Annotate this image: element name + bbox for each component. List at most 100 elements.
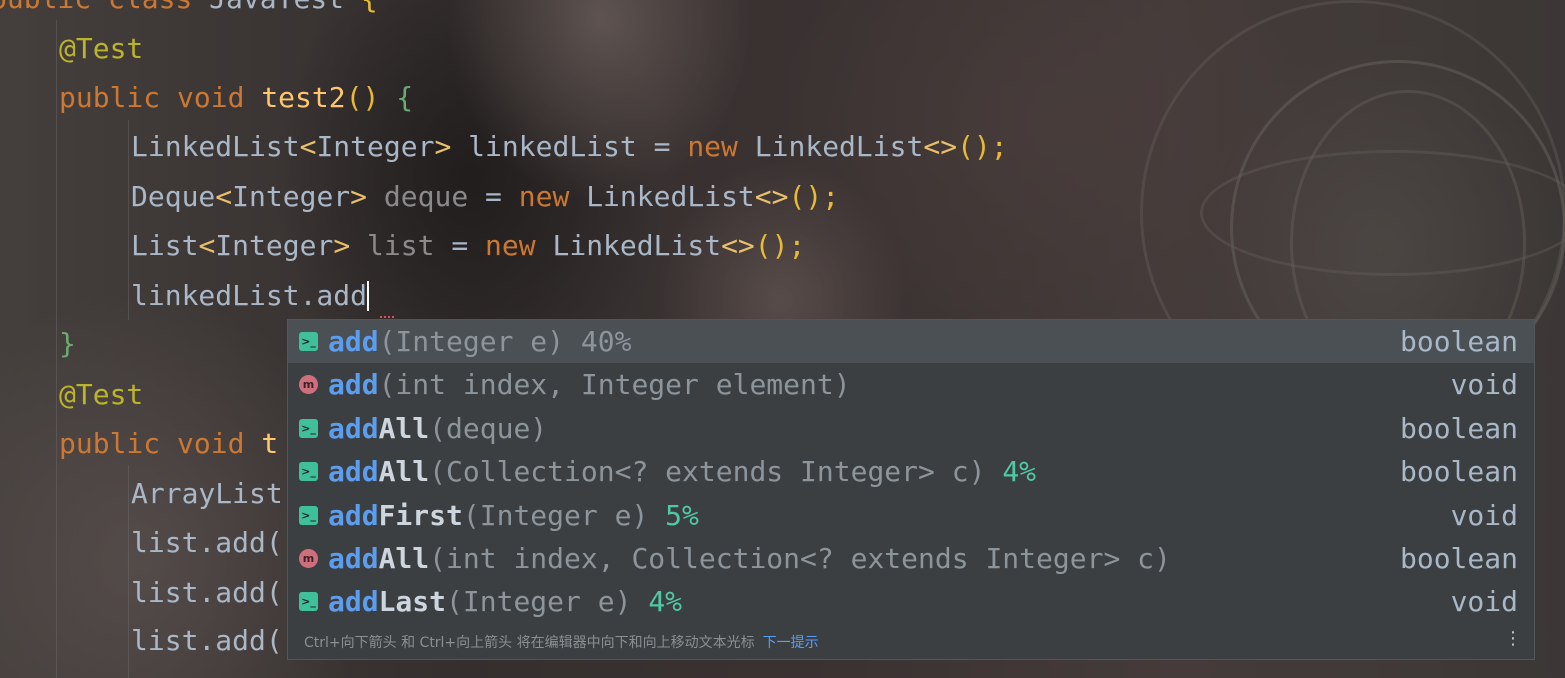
keyword-token: void bbox=[177, 81, 262, 114]
completion-item-label: add(int index, Integer element) bbox=[328, 363, 851, 406]
completion-return-type: boolean bbox=[1399, 325, 1518, 358]
code-line[interactable]: list.add( bbox=[131, 618, 283, 664]
generic-bracket-token: > bbox=[350, 180, 368, 213]
code-line[interactable]: List<Integer> list = new LinkedList<>(); bbox=[131, 223, 805, 269]
completion-item[interactable]: >_ addLast(Integer e) 4% void bbox=[288, 580, 1534, 623]
generic-bracket-token: <> bbox=[721, 229, 755, 262]
generic-bracket-token: < bbox=[215, 180, 233, 213]
extension-method-icon: >_ bbox=[299, 462, 318, 482]
completion-item-label: addFirst(Integer e) 5% bbox=[328, 494, 699, 537]
completion-item[interactable]: >_ add(Integer e) 40% boolean bbox=[288, 320, 1534, 363]
completion-return-type: boolean bbox=[1399, 411, 1518, 445]
completion-return-type: void bbox=[1450, 368, 1518, 402]
completion-name-rest: All bbox=[378, 411, 430, 445]
annotation-token: @Test bbox=[59, 32, 144, 65]
completion-name-rest: All bbox=[378, 455, 430, 489]
completion-return-type: boolean bbox=[1399, 542, 1518, 575]
completion-match-text: add bbox=[328, 325, 379, 358]
generic-bracket-token: < bbox=[299, 130, 317, 163]
footer-hint-text: Ctrl+向下箭头 和 Ctrl+向上箭头 将在编辑器中向下和向上移动文本光标 bbox=[304, 635, 755, 651]
generic-bracket-token: < bbox=[198, 229, 216, 262]
completion-item[interactable]: >_ addAll(Collection<? extends Integer> c… bbox=[288, 450, 1534, 493]
keyword-token: new bbox=[485, 229, 553, 262]
code-line[interactable]: @Test bbox=[59, 372, 143, 418]
brace-token: } bbox=[59, 327, 76, 360]
text-caret bbox=[367, 281, 370, 311]
completion-usage-percent: 4% bbox=[648, 585, 683, 619]
generic-bracket-token: > bbox=[333, 229, 351, 262]
completion-match-text: add bbox=[328, 368, 379, 402]
extension-method-icon: >_ bbox=[299, 592, 318, 612]
keyword-token: void bbox=[177, 427, 262, 460]
completion-params: (Integer e) bbox=[446, 585, 649, 619]
completion-item[interactable]: m add(int index, Integer element) void bbox=[288, 363, 1534, 406]
type-token: Integer bbox=[316, 130, 435, 163]
generic-bracket-token: <> bbox=[754, 180, 789, 213]
unused-variable-token: deque bbox=[367, 180, 469, 213]
method-name-token: t bbox=[261, 427, 279, 460]
brace-token: { bbox=[344, 0, 378, 15]
generic-bracket-token: <> bbox=[923, 130, 958, 163]
code-line[interactable]: public void test2() { bbox=[59, 75, 413, 121]
code-line[interactable]: Deque<Integer> deque = new LinkedList<>(… bbox=[131, 174, 839, 220]
paren-token: (); bbox=[788, 180, 840, 213]
type-token: List bbox=[131, 229, 199, 262]
completion-params: (Integer e) 40% bbox=[378, 325, 632, 358]
type-token: LinkedList bbox=[131, 130, 300, 163]
code-line[interactable]: public void t bbox=[59, 421, 278, 467]
completion-params: (Integer e) bbox=[462, 498, 666, 532]
completion-match-text: add bbox=[328, 542, 379, 575]
code-line[interactable]: list.add( bbox=[131, 520, 283, 566]
completion-usage-percent: 5% bbox=[665, 498, 699, 532]
keyword-token: new bbox=[687, 130, 755, 163]
completion-name-rest: All bbox=[378, 542, 430, 575]
completion-match-text: add bbox=[328, 585, 379, 619]
method-icon: m bbox=[299, 549, 318, 568]
completion-params: (Collection<? extends Integer> c) bbox=[429, 455, 1003, 489]
brace-token: { bbox=[396, 81, 414, 114]
code-text: linkedList.add bbox=[131, 279, 368, 312]
code-line[interactable]: public class JavaTest { bbox=[0, 0, 378, 22]
completion-match-text: add bbox=[328, 455, 379, 489]
more-options-icon[interactable]: ⋮ bbox=[1504, 630, 1522, 648]
code-line[interactable]: @Test bbox=[59, 26, 143, 72]
class-name-token: JavaTest bbox=[209, 0, 344, 15]
method-name-token: test2 bbox=[261, 81, 346, 114]
unused-variable-token: list bbox=[350, 229, 435, 262]
completion-params: (int index, Collection<? extends Integer… bbox=[429, 542, 1171, 575]
code-line-current[interactable]: linkedList.add bbox=[131, 273, 370, 319]
code-line[interactable]: list.add( bbox=[131, 570, 283, 616]
paren-token: () bbox=[345, 81, 397, 114]
completion-item[interactable]: m addAll(int index, Collection<? extends … bbox=[288, 537, 1534, 580]
completion-item[interactable]: >_ addAll(deque) boolean bbox=[288, 407, 1534, 450]
completion-return-type: boolean bbox=[1399, 455, 1518, 489]
completion-footer-hint: Ctrl+向下箭头 和 Ctrl+向上箭头 将在编辑器中向下和向上移动文本光标下… bbox=[304, 632, 819, 652]
keyword-token: public bbox=[59, 81, 178, 114]
error-squiggle bbox=[380, 312, 394, 318]
indent-guide bbox=[128, 120, 129, 320]
next-tip-link[interactable]: 下一提示 bbox=[763, 635, 819, 651]
keyword-token: public bbox=[59, 427, 178, 460]
code-line[interactable]: } bbox=[59, 321, 76, 367]
indent-guide bbox=[128, 465, 129, 678]
operator-token: = bbox=[468, 180, 519, 213]
code-text: list.add( bbox=[131, 526, 283, 559]
completion-item[interactable]: >_ addFirst(Integer e) 5% void bbox=[288, 494, 1534, 537]
extension-method-icon: >_ bbox=[299, 332, 318, 351]
type-token: LinkedList bbox=[552, 229, 722, 262]
annotation-token: @Test bbox=[59, 378, 144, 411]
code-text: list.add( bbox=[131, 624, 283, 657]
code-text: ArrayList bbox=[131, 477, 283, 510]
keyword-token: public class bbox=[0, 0, 209, 15]
completion-return-type: void bbox=[1450, 585, 1518, 619]
completion-item-label: addAll(int index, Collection<? extends I… bbox=[328, 537, 1171, 580]
type-token: Integer bbox=[215, 229, 334, 262]
code-line[interactable]: ArrayList bbox=[131, 471, 283, 517]
code-completion-popup[interactable]: >_ add(Integer e) 40% boolean m add(int inde… bbox=[287, 319, 1535, 660]
completion-item-label: addLast(Integer e) 4% bbox=[328, 580, 682, 623]
completion-params: (int index, Integer element) bbox=[378, 368, 851, 402]
completion-item-label: addAll(deque) bbox=[328, 407, 547, 450]
keyword-token: new bbox=[518, 180, 587, 213]
code-line[interactable]: LinkedList<Integer> linkedList = new Lin… bbox=[131, 124, 1008, 170]
paren-token: (); bbox=[754, 229, 806, 262]
